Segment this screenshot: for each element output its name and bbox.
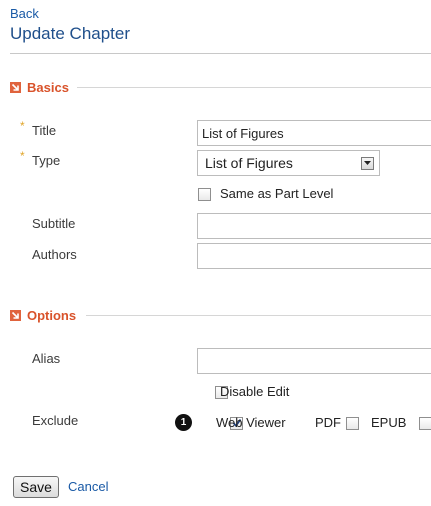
section-header-basics[interactable]: Basics [10, 78, 69, 96]
section-header-options[interactable]: Options [10, 306, 76, 324]
type-label: Type [32, 153, 61, 168]
back-link[interactable]: Back [10, 6, 39, 21]
required-marker: * [20, 119, 25, 133]
subtitle-input[interactable] [197, 213, 431, 239]
exclude-pdf-label: PDF [315, 415, 341, 430]
authors-input[interactable] [197, 243, 431, 269]
same-as-part-level-checkbox[interactable] [198, 188, 211, 201]
section-title-options: Options [27, 307, 77, 323]
annotation-badge: 1 [175, 414, 192, 431]
collapse-arrow-icon [10, 309, 21, 321]
save-button[interactable]: Save [13, 476, 59, 498]
exclude-label: Exclude [32, 413, 79, 428]
alias-input[interactable] [197, 348, 431, 374]
cancel-link[interactable]: Cancel [68, 479, 108, 494]
alias-label: Alias [32, 351, 61, 366]
collapse-arrow-icon [10, 81, 21, 93]
page-title: Update Chapter [10, 24, 131, 43]
header-divider [10, 53, 431, 54]
type-select[interactable]: List of Figures [197, 150, 380, 176]
exclude-epub-checkbox[interactable] [418, 417, 431, 430]
type-select-value: List of Figures [205, 155, 293, 171]
title-input[interactable] [197, 120, 431, 146]
disable-edit-label: Disable Edit [220, 384, 290, 399]
exclude-web-viewer-label: Web Viewer [216, 415, 286, 430]
authors-label: Authors [32, 247, 77, 262]
exclude-epub-label: EPUB [371, 415, 407, 430]
title-label: Title [32, 123, 57, 138]
required-marker: * [20, 149, 25, 163]
section-divider-basics [77, 87, 431, 88]
same-as-part-level-label: Same as Part Level [220, 186, 334, 201]
section-title-basics: Basics [27, 79, 69, 95]
chevron-down-icon[interactable] [361, 156, 374, 170]
subtitle-label: Subtitle [32, 216, 76, 231]
exclude-pdf-checkbox[interactable] [345, 417, 359, 430]
section-divider-options [86, 315, 431, 316]
